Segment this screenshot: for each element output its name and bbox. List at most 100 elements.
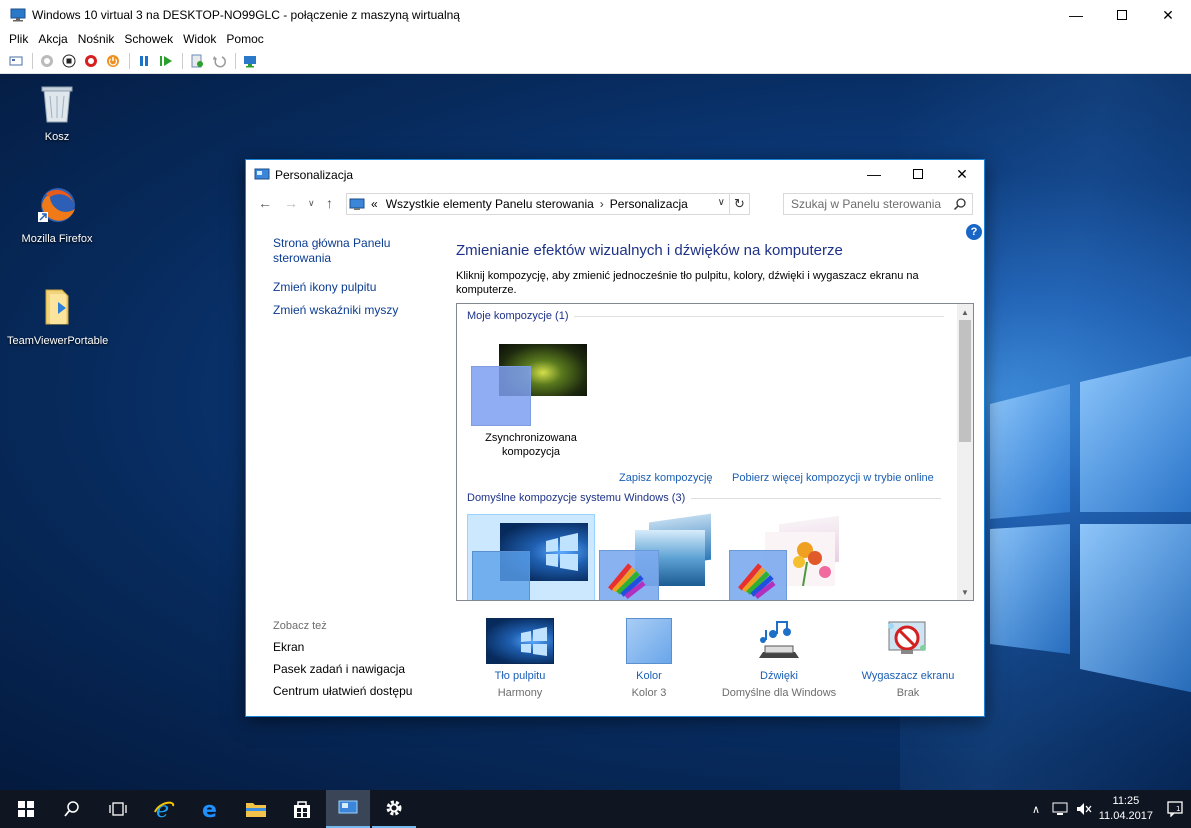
pause-icon[interactable] [134, 51, 154, 71]
vm-close-button[interactable]: ✕ [1145, 0, 1191, 30]
address-bar[interactable]: « Wszystkie elementy Panelu sterowania ›… [346, 193, 750, 215]
breadcrumb-personalization[interactable]: Personalizacja [610, 197, 688, 211]
shutdown-icon[interactable] [81, 51, 101, 71]
back-arrow-icon[interactable]: ← [258, 195, 272, 211]
color-label[interactable]: Kolor [589, 670, 709, 682]
scroll-down-icon[interactable]: ▼ [957, 585, 973, 599]
recycle-bin-icon [41, 86, 73, 123]
see-also-ease-of-access[interactable]: Centrum ułatwień dostępu [273, 684, 433, 698]
vm-maximize-button[interactable] [1099, 0, 1145, 30]
color-palette-icon [738, 563, 776, 599]
maximize-button[interactable] [896, 160, 940, 188]
teamviewer-shortcut[interactable]: TeamViewerPortable [7, 286, 108, 347]
settings-taskbar-button[interactable] [372, 790, 416, 828]
search-placeholder: Szukaj w Panelu sterowania [791, 197, 942, 211]
my-themes-group: Moje kompozycje (1) [467, 310, 945, 322]
revert-icon[interactable] [209, 51, 229, 71]
resume-icon[interactable] [156, 51, 176, 71]
my-themes-heading: Moje kompozycje (1) [467, 310, 569, 322]
recent-locations-chevron-icon[interactable]: ∨ [308, 198, 315, 209]
save-theme-link[interactable]: Zapisz kompozycję [619, 472, 713, 484]
sounds-icon [759, 621, 799, 658]
scroll-up-icon[interactable]: ▲ [957, 305, 973, 319]
menu-pomoc[interactable]: Pomoc [226, 32, 263, 46]
task-view-button[interactable] [96, 790, 140, 828]
personalization-taskbar-button[interactable] [326, 790, 370, 828]
menu-widok[interactable]: Widok [183, 32, 216, 46]
start-vm-icon[interactable] [37, 51, 57, 71]
sounds-label[interactable]: Dźwięki [719, 670, 839, 682]
color-value: Kolor 3 [631, 687, 667, 699]
see-also-section: Zobacz też Ekran Pasek zadań i nawigacja… [273, 620, 433, 706]
windows-theme-tile[interactable] [467, 514, 595, 600]
personalization-icon [254, 168, 270, 180]
lines-colors-theme-tile[interactable] [599, 513, 719, 600]
see-also-taskbar[interactable]: Pasek zadań i nawigacja [273, 662, 433, 676]
volume-tray-button[interactable] [1072, 790, 1096, 828]
address-dropdown-icon[interactable]: ∨ [718, 197, 725, 208]
folder-icon [45, 289, 69, 325]
get-more-themes-link[interactable]: Pobierz więcej kompozycji w trybie onlin… [732, 472, 934, 484]
start-button[interactable] [4, 790, 48, 828]
help-icon[interactable]: ? [966, 224, 982, 240]
edge-icon: e [202, 798, 217, 820]
checkpoint-icon[interactable] [187, 51, 207, 71]
firefox-icon [38, 188, 75, 222]
themes-scrollbar[interactable]: ▲ ▼ [957, 304, 973, 600]
refresh-icon[interactable]: ↻ [729, 194, 749, 214]
nav-control-panel-home[interactable]: Strona główna Panelu sterowania [273, 236, 391, 266]
synced-theme-label: Zsynchronizowana kompozycja [485, 432, 577, 458]
desktop-background-setting[interactable]: Tło pulpitu Harmony [460, 618, 580, 699]
recycle-bin-shortcut[interactable]: Kosz [7, 82, 107, 143]
internet-explorer-button[interactable]: e [142, 790, 186, 828]
scrollbar-thumb[interactable] [959, 320, 971, 442]
edge-button[interactable]: e [188, 790, 232, 828]
search-button[interactable] [50, 790, 94, 828]
power-icon[interactable] [103, 51, 123, 71]
see-also-display[interactable]: Ekran [273, 640, 433, 654]
ctrl-alt-del-icon[interactable] [6, 51, 26, 71]
sounds-value: Domyślne dla Windows [721, 687, 837, 699]
vm-minimize-button[interactable]: — [1053, 0, 1099, 30]
color-setting[interactable]: Kolor Kolor 3 [589, 618, 709, 699]
window-title: Personalizacja [275, 168, 354, 182]
menu-schowek[interactable]: Schowek [124, 32, 173, 46]
enhanced-session-icon[interactable] [240, 51, 260, 71]
turn-off-icon[interactable] [59, 51, 79, 71]
file-explorer-button[interactable] [234, 790, 278, 828]
flowers-theme-tile[interactable] [727, 514, 847, 600]
nav-change-mouse-pointers[interactable]: Zmień wskaźniki myszy [273, 303, 423, 318]
store-button[interactable] [280, 790, 324, 828]
search-input[interactable]: Szukaj w Panelu sterowania [783, 193, 973, 215]
desktop-background-label[interactable]: Tło pulpitu [460, 670, 580, 682]
menu-akcja[interactable]: Akcja [38, 32, 67, 46]
clock[interactable]: 11:25 11.04.2017 [1099, 794, 1153, 824]
nav-change-desktop-icons[interactable]: Zmień ikony pulpitu [273, 280, 423, 295]
close-button[interactable]: ✕ [940, 160, 984, 188]
toolbar-separator [32, 52, 33, 69]
windows-theme-color [472, 551, 530, 600]
up-arrow-icon[interactable]: ↑ [326, 195, 333, 211]
color-swatch-icon [626, 618, 672, 664]
toolbar-separator [235, 52, 236, 69]
action-center-button[interactable]: 1 [1160, 790, 1190, 828]
minimize-button[interactable]: — [852, 160, 896, 188]
control-panel-icon [349, 198, 365, 210]
desktop-background-icon [486, 618, 554, 664]
menu-plik[interactable]: Plik [9, 32, 28, 46]
network-tray-button[interactable] [1048, 790, 1072, 828]
task-view-icon [109, 802, 127, 816]
firefox-shortcut[interactable]: Mozilla Firefox [7, 184, 107, 245]
menu-nosnik[interactable]: Nośnik [78, 32, 115, 46]
show-hidden-icons-button[interactable]: ∧ [1024, 790, 1048, 828]
sounds-setting[interactable]: Dźwięki Domyślne dla Windows [719, 618, 839, 699]
search-icon[interactable] [953, 197, 967, 211]
forward-arrow-icon[interactable]: → [284, 195, 298, 211]
search-icon [64, 801, 79, 817]
screensaver-setting[interactable]: Wygaszacz ekranu Brak [848, 618, 968, 699]
screensaver-label[interactable]: Wygaszacz ekranu [848, 670, 968, 682]
breadcrumb-overflow[interactable]: « [371, 197, 378, 211]
breadcrumb-all-items[interactable]: Wszystkie elementy Panelu sterowania [386, 197, 594, 211]
synced-theme-thumbnail[interactable] [471, 344, 591, 426]
breadcrumb-chevron-icon[interactable]: › [600, 197, 604, 211]
